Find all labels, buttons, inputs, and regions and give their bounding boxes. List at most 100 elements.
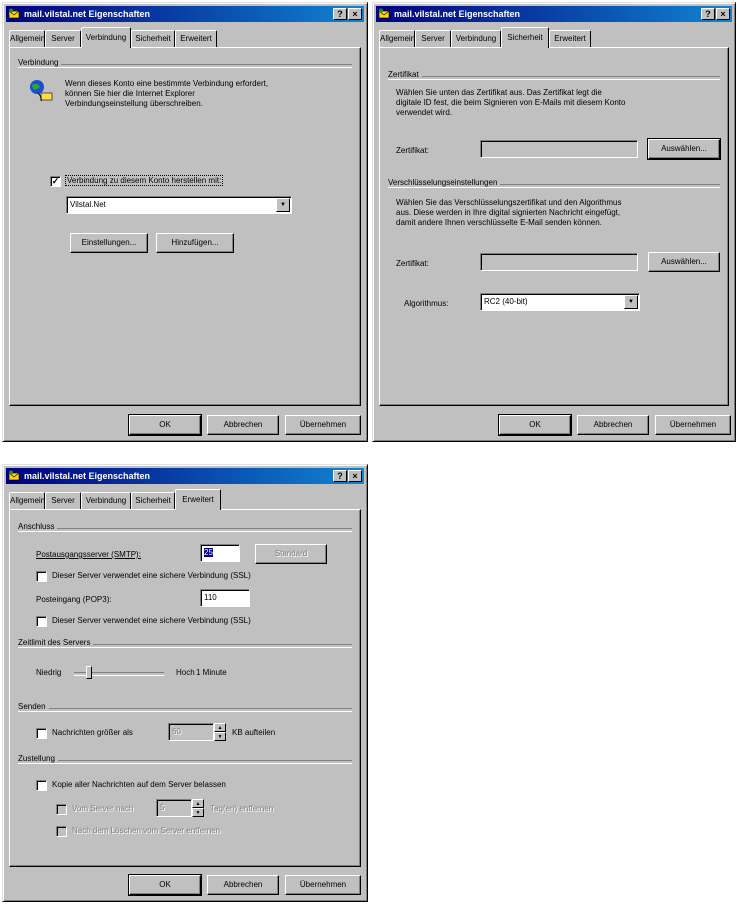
tab-server[interactable]: Server bbox=[45, 492, 81, 509]
pop3-ssl-label[interactable]: Dieser Server verwendet eine sichere Ver… bbox=[52, 616, 251, 625]
description-line-1: Wenn dieses Konto eine bestimmte Verbind… bbox=[65, 79, 269, 88]
properties-window-advanced: mail.vilstal.net Eigenschaften ? × Allge… bbox=[2, 464, 368, 902]
ok-button[interactable]: OK bbox=[128, 414, 202, 436]
apply-button[interactable]: Übernehmen bbox=[655, 415, 731, 435]
pop3-ssl-checkbox[interactable] bbox=[36, 616, 47, 627]
ok-button[interactable]: OK bbox=[498, 414, 572, 436]
tab-erweitert[interactable]: Erweitert bbox=[175, 489, 221, 510]
dropdown-arrow-icon[interactable]: ▼ bbox=[624, 295, 638, 309]
tab-verbindung[interactable]: Verbindung bbox=[81, 492, 131, 509]
use-connection-label[interactable]: Verbindung zu diesem Konto herstellen mi… bbox=[64, 175, 224, 186]
help-button[interactable]: ? bbox=[333, 8, 347, 20]
properties-window-connection: mail.vilstal.net Eigenschaften ? × Allge… bbox=[2, 2, 368, 442]
tab-sicherheit[interactable]: Sicherheit bbox=[131, 30, 175, 47]
keep-copy-label[interactable]: Kopie aller Nachrichten auf dem Server b… bbox=[52, 780, 226, 789]
default-ports-label: Standard bbox=[274, 549, 308, 558]
group-label-verbindung: Verbindung bbox=[18, 58, 62, 67]
group-label-timeout: Zeitlimit des Servers bbox=[18, 638, 94, 647]
title-bar[interactable]: mail.vilstal.net Eigenschaften ? × bbox=[6, 6, 364, 22]
split-size-input: 60 bbox=[168, 723, 214, 741]
apply-button[interactable]: Übernehmen bbox=[285, 875, 361, 895]
timeout-high-label: Hoch bbox=[176, 668, 195, 677]
remove-after-checkbox bbox=[56, 804, 67, 815]
smtp-ssl-checkbox[interactable] bbox=[36, 571, 47, 582]
group-line bbox=[18, 64, 352, 68]
close-button[interactable]: × bbox=[716, 8, 730, 20]
cancel-button[interactable]: Abbrechen bbox=[577, 415, 649, 435]
group-line bbox=[18, 760, 352, 764]
cancel-button[interactable]: Abbrechen bbox=[207, 875, 279, 895]
remove-after-days-input: 5 bbox=[156, 799, 192, 817]
apply-button[interactable]: Übernehmen bbox=[285, 415, 361, 435]
cert-description-line-3: verwendet wird. bbox=[396, 108, 453, 117]
cert-description-line-2: digitale ID fest, die beim Signieren von… bbox=[396, 98, 626, 107]
tab-erweitert[interactable]: Erweitert bbox=[175, 30, 217, 47]
ok-button[interactable]: OK bbox=[128, 874, 202, 896]
mail-account-icon bbox=[378, 8, 390, 19]
remove-deleted-label: Nach dem Löschen vom Server entfernen bbox=[72, 826, 221, 835]
split-messages-checkbox[interactable] bbox=[36, 728, 47, 739]
window-title: mail.vilstal.net Eigenschaften bbox=[24, 471, 151, 481]
cert-field bbox=[480, 140, 638, 158]
group-label-encryption: Verschlüsselungseinstellungen bbox=[388, 178, 501, 187]
window-title: mail.vilstal.net Eigenschaften bbox=[394, 9, 521, 19]
settings-button[interactable]: Einstellungen... bbox=[70, 233, 148, 253]
dropdown-arrow-icon[interactable]: ▼ bbox=[276, 198, 290, 212]
enc-cert-select-button[interactable]: Auswählen... bbox=[648, 252, 720, 272]
group-label-certificate: Zertifikat bbox=[388, 70, 422, 79]
tab-panel: Verbindung Wenn dieses Konto eine bestim… bbox=[9, 47, 361, 406]
title-bar[interactable]: mail.vilstal.net Eigenschaften ? × bbox=[6, 468, 364, 484]
remove-after-unit-label: Tag(en) entfernen bbox=[210, 804, 274, 813]
enc-description-line-2: aus. Diese werden in Ihre digital signie… bbox=[396, 208, 621, 217]
mail-account-icon bbox=[8, 8, 20, 19]
enc-description-line-1: Wählen Sie das Verschlüsselungszertifika… bbox=[396, 198, 622, 207]
description-line-2: können Sie hier die Internet Explorer bbox=[65, 89, 195, 98]
group-label-delivery: Zustellung bbox=[18, 754, 58, 763]
algorithm-label: Algorithmus: bbox=[404, 299, 449, 308]
remove-deleted-checkbox bbox=[56, 826, 67, 837]
cert-select-button[interactable]: Auswählen... bbox=[647, 138, 721, 160]
mail-account-icon bbox=[8, 470, 20, 481]
enc-cert-label: Zertifikat: bbox=[396, 259, 429, 268]
split-size-spin-down-icon: ▼ bbox=[214, 732, 226, 741]
group-line bbox=[388, 76, 720, 80]
tab-sicherheit[interactable]: Sicherheit bbox=[131, 492, 175, 509]
algorithm-dropdown-value: RC2 (40-bit) bbox=[484, 297, 528, 306]
timeout-slider[interactable] bbox=[74, 666, 164, 680]
network-connection-icon bbox=[30, 80, 53, 102]
tab-allgemein[interactable]: Allgemein bbox=[379, 30, 415, 47]
group-line bbox=[18, 528, 352, 532]
window-title: mail.vilstal.net Eigenschaften bbox=[24, 9, 151, 19]
timeout-low-label: Niedrig bbox=[36, 668, 62, 677]
group-label-ports: Anschluss bbox=[18, 522, 58, 531]
title-bar[interactable]: mail.vilstal.net Eigenschaften ? × bbox=[376, 6, 732, 22]
smtp-ssl-label[interactable]: Dieser Server verwendet eine sichere Ver… bbox=[52, 571, 251, 580]
smtp-port-value: 25 bbox=[204, 548, 213, 557]
algorithm-dropdown[interactable]: RC2 (40-bit) ▼ bbox=[480, 293, 640, 311]
pop3-port-value: 110 bbox=[204, 593, 217, 602]
pop3-port-input[interactable]: 110 bbox=[200, 589, 250, 607]
use-connection-checkbox[interactable]: ✓ bbox=[50, 176, 61, 187]
tab-server[interactable]: Server bbox=[45, 30, 81, 47]
enc-description-line-3: damit andere Ihnen verschlüsselte E-Mail… bbox=[396, 218, 602, 227]
keep-copy-checkbox[interactable] bbox=[36, 780, 47, 791]
tab-sicherheit[interactable]: Sicherheit bbox=[501, 27, 549, 48]
group-line bbox=[18, 708, 352, 712]
tab-allgemein[interactable]: Allgemein bbox=[9, 492, 45, 509]
help-button[interactable]: ? bbox=[333, 470, 347, 482]
help-button[interactable]: ? bbox=[701, 8, 715, 20]
close-button[interactable]: × bbox=[348, 470, 362, 482]
split-messages-label[interactable]: Nachrichten größer als bbox=[52, 728, 133, 737]
connection-dropdown[interactable]: Vilstal.Net ▼ bbox=[66, 196, 292, 214]
tab-verbindung[interactable]: Verbindung bbox=[451, 30, 501, 47]
description-line-3: Verbindungseinstellung überschreiben. bbox=[65, 99, 203, 108]
smtp-port-input[interactable]: 25 bbox=[200, 544, 240, 562]
tab-erweitert[interactable]: Erweitert bbox=[549, 30, 591, 47]
close-button[interactable]: × bbox=[348, 8, 362, 20]
slider-thumb[interactable] bbox=[86, 666, 92, 679]
tab-verbindung[interactable]: Verbindung bbox=[81, 27, 131, 48]
tab-allgemein[interactable]: Allgemein bbox=[9, 30, 45, 47]
tab-server[interactable]: Server bbox=[415, 30, 451, 47]
cancel-button[interactable]: Abbrechen bbox=[207, 415, 279, 435]
add-button[interactable]: Hinzufügen... bbox=[156, 233, 234, 253]
